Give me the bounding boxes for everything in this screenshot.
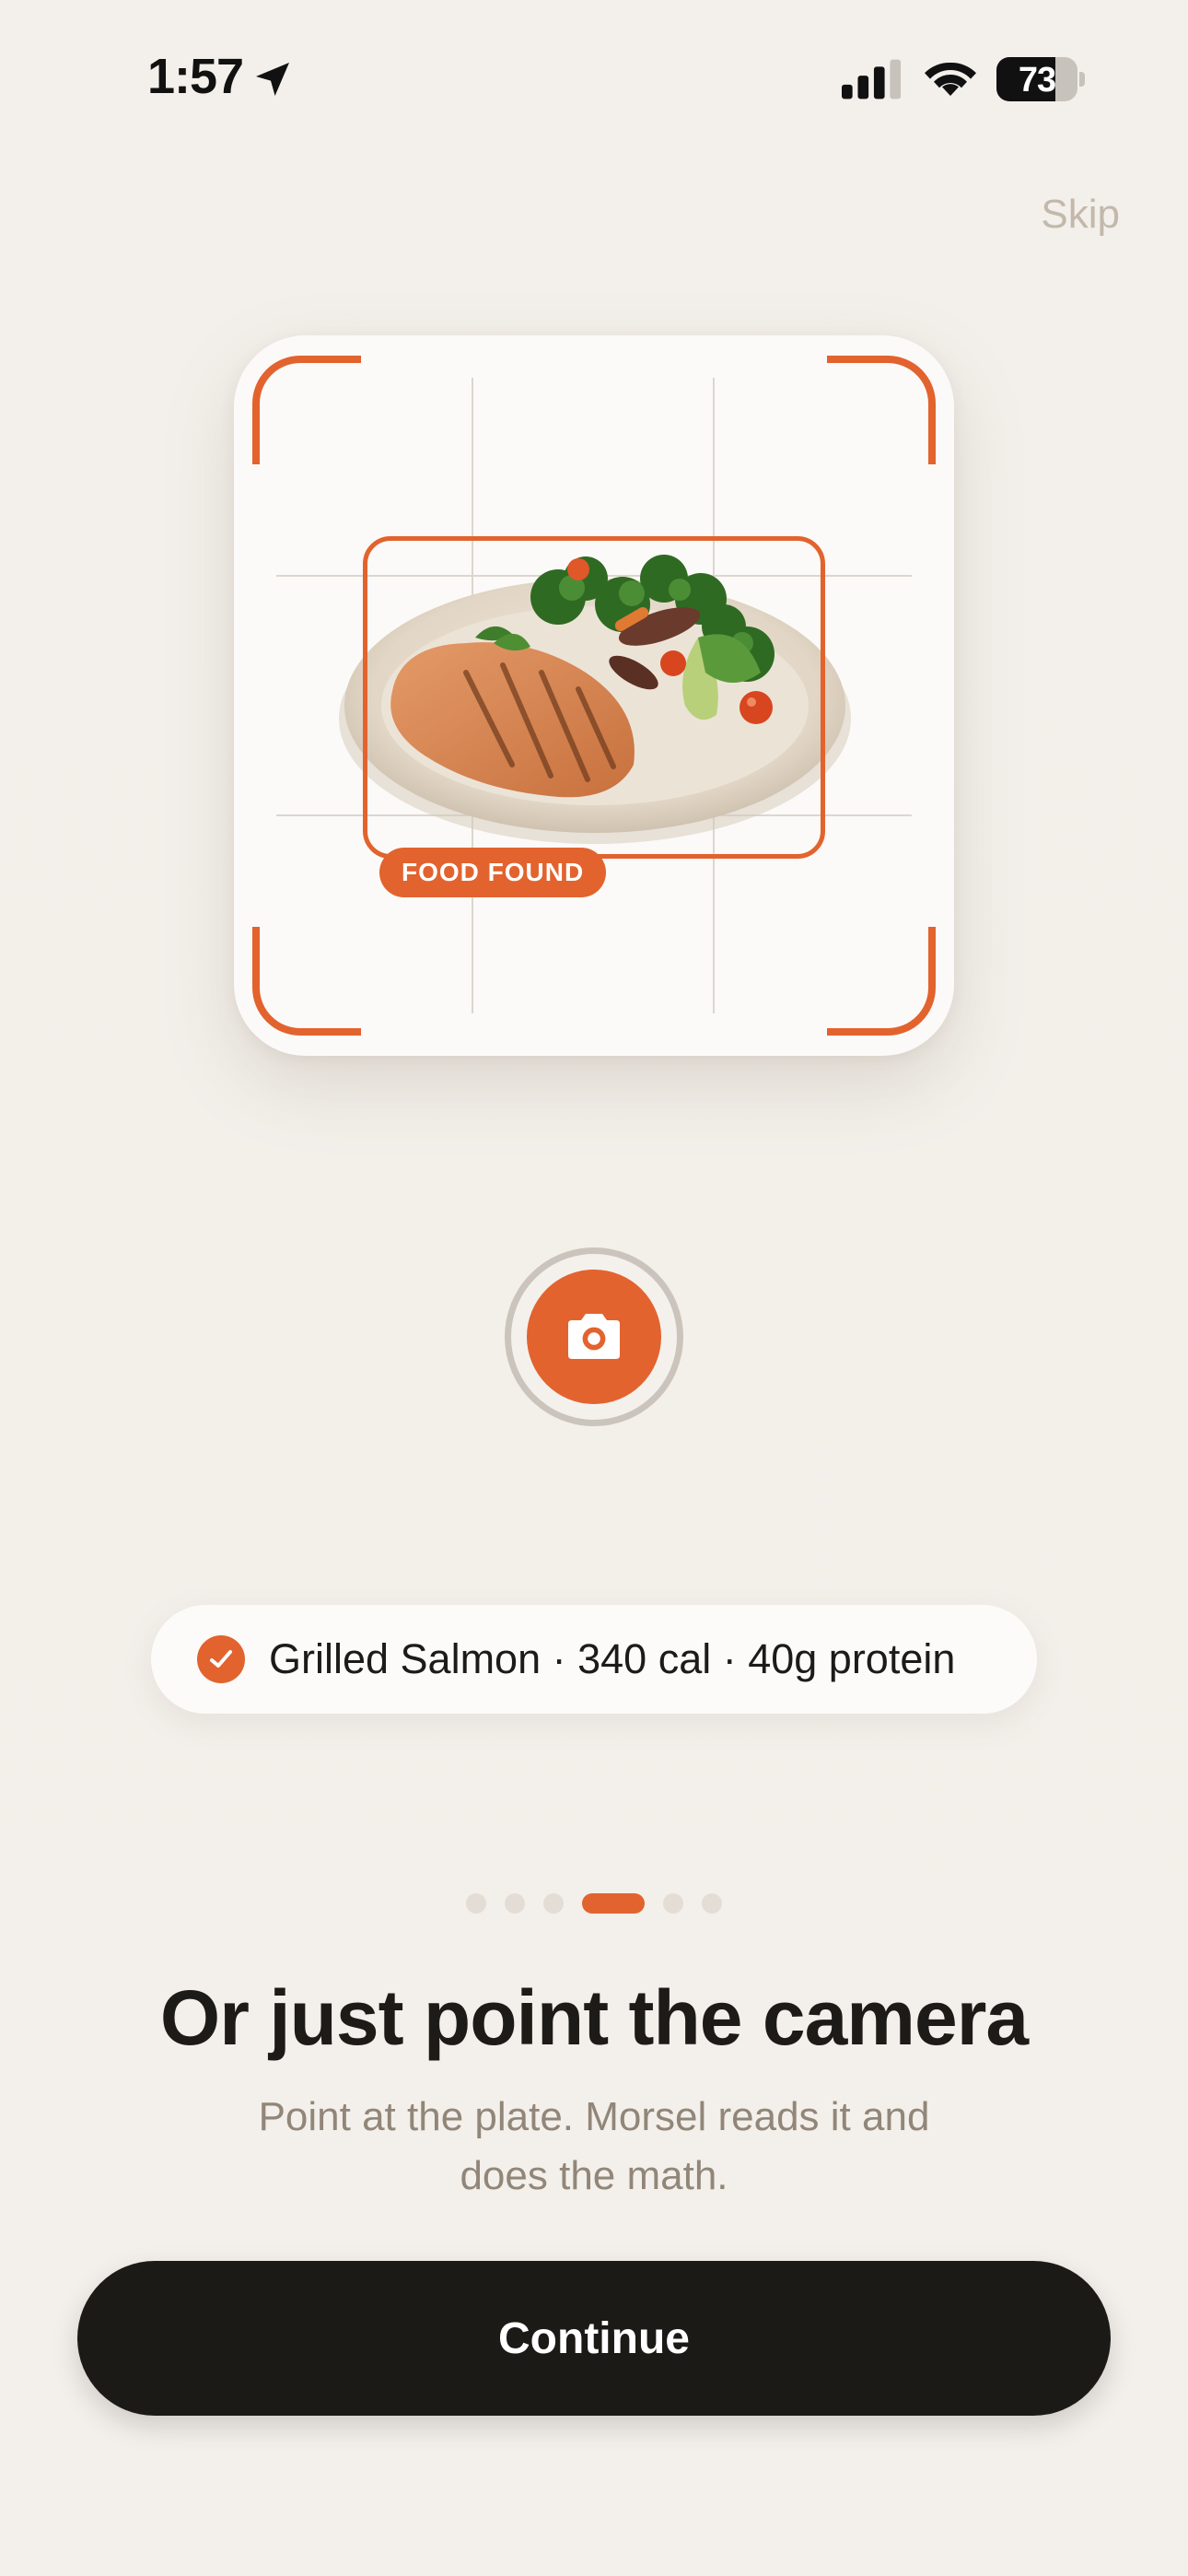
page-dot xyxy=(543,1893,564,1914)
page-dot xyxy=(505,1893,525,1914)
page-dot xyxy=(702,1893,722,1914)
cellular-signal-icon xyxy=(842,59,902,100)
page-dot xyxy=(663,1893,683,1914)
page-indicator xyxy=(0,1893,1188,1915)
viewfinder-corner-bottom-left xyxy=(252,927,361,1036)
camera-icon xyxy=(568,1314,620,1359)
continue-button[interactable]: Continue xyxy=(77,2261,1111,2416)
status-time: 1:57 xyxy=(147,49,244,104)
page-dot-active xyxy=(582,1893,645,1914)
check-icon xyxy=(210,1650,232,1668)
location-arrow-icon xyxy=(256,63,289,96)
page-dot xyxy=(466,1893,486,1914)
check-badge xyxy=(197,1635,245,1683)
battery-level: 73 xyxy=(1018,61,1056,100)
status-bar: 1:57 73 xyxy=(0,0,1188,157)
battery-icon: 73 xyxy=(996,57,1085,101)
onboarding-screen: 1:57 73 Skip FOOD FOUND Grilled Salmon ·… xyxy=(0,0,1188,2576)
viewfinder-corner-top-left xyxy=(252,356,361,464)
food-result-text: Grilled Salmon · 340 cal · 40g protein xyxy=(269,1635,956,1682)
detection-box xyxy=(363,536,825,859)
shutter-button[interactable] xyxy=(505,1247,683,1426)
page-title: Or just point the camera xyxy=(159,1974,1029,2061)
skip-button[interactable]: Skip xyxy=(1041,192,1120,238)
viewfinder-corner-top-right xyxy=(827,356,936,464)
page-subtitle: Point at the plate. Morsel reads it and … xyxy=(258,2094,930,2198)
wifi-icon xyxy=(925,62,976,96)
shutter-button-inner xyxy=(527,1270,661,1404)
food-result-pill: Grilled Salmon · 340 cal · 40g protein xyxy=(151,1605,1037,1714)
scanner-preview-card: FOOD FOUND xyxy=(234,335,954,1056)
food-found-tag: FOOD FOUND xyxy=(379,848,607,897)
viewfinder-corner-bottom-right xyxy=(827,927,936,1036)
